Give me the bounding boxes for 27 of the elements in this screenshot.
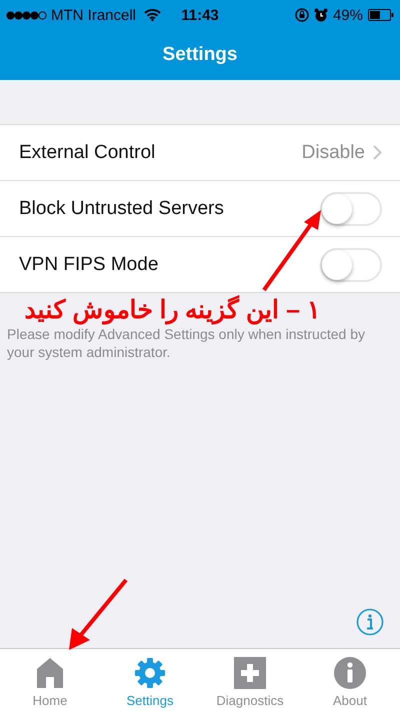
toggle-switch[interactable] [320, 248, 382, 282]
home-icon [36, 657, 64, 689]
battery-percent: 49% [332, 6, 363, 24]
chevron-icon[interactable] [373, 145, 382, 160]
setting-label: Block Untrusted Servers [19, 198, 225, 220]
annotation-text: ۱ – این گزینه را خاموش کنید [23, 295, 321, 325]
plus-icon [234, 657, 266, 689]
setting-label: External Control [19, 142, 156, 164]
tab-item[interactable]: Settings [100, 649, 200, 711]
signal-icon [6, 10, 47, 20]
tab-item[interactable]: About [300, 649, 400, 711]
tab-item[interactable]: Home [0, 649, 100, 711]
battery-icon [368, 9, 394, 21]
info-icon [334, 657, 366, 689]
wifi-icon [144, 9, 162, 21]
setting-label: VPN FIPS Mode [19, 254, 160, 276]
tab-item[interactable]: Diagnostics [200, 649, 300, 711]
footer-note: Please modify Advanced Settings only when instructed by your system administrator. [6, 325, 366, 361]
alarm-icon [314, 8, 328, 22]
setting-value[interactable]: Disable [302, 142, 365, 164]
info-button[interactable] [356, 608, 384, 636]
toggle-switch[interactable] [320, 192, 382, 226]
screen-title: Settings [162, 44, 238, 66]
carrier-name: MTN Irancell [51, 6, 136, 24]
status-time: 11:43 [181, 6, 219, 24]
gear-icon [134, 657, 166, 689]
rotation-lock-icon [294, 8, 309, 22]
